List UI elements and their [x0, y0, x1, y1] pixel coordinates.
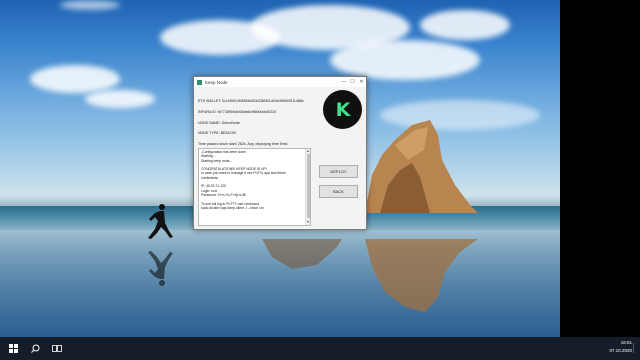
- window-title: Keep Node: [205, 79, 228, 85]
- log-lines: -Configuration has been done. Starting...…: [201, 150, 305, 210]
- rock-reflection: [365, 239, 478, 312]
- minimize-button[interactable]: —: [339, 77, 348, 87]
- infura-id-label: INFURA ID: fb7735ff0b3e484fa6c9f6b0ddc00…: [198, 110, 277, 114]
- close-button[interactable]: ✕: [357, 77, 366, 87]
- cloud: [30, 65, 120, 93]
- cloud: [420, 10, 510, 40]
- console-scrollbar[interactable]: ▲ ▼: [305, 149, 310, 225]
- task-view-icon: [52, 345, 62, 352]
- node-type-label: NODE TYPE: BEACON: [198, 131, 236, 135]
- maximize-button[interactable]: ☐: [348, 77, 357, 87]
- runner-reflection: [148, 251, 173, 286]
- cloud: [60, 0, 120, 10]
- search-button[interactable]: [26, 340, 44, 358]
- node-name-label: NODE NAME: DemoNode: [198, 121, 240, 125]
- back-button[interactable]: BACK: [319, 185, 358, 198]
- scroll-down-icon[interactable]: ▼: [306, 220, 310, 225]
- logo-letter: K: [335, 98, 351, 121]
- show-desktop-button[interactable]: [633, 343, 638, 353]
- rock-formation: [365, 120, 478, 213]
- cloud: [85, 90, 155, 108]
- rock-reflection: [262, 239, 342, 269]
- scroll-thumb[interactable]: [307, 154, 310, 218]
- log-console[interactable]: -Configuration has been done. Starting...…: [198, 148, 311, 226]
- keep-node-window: Keep Node — ☐ ✕ ETH WALLET: 0x1f45914f45…: [193, 76, 367, 230]
- start-button[interactable]: [4, 340, 22, 358]
- window-titlebar[interactable]: Keep Node — ☐ ✕: [194, 77, 366, 87]
- taskbar: 16:51 07.10.2020: [0, 337, 640, 360]
- desktop-wallpaper: Keep Node — ☐ ✕ ETH WALLET: 0x1f45914f45…: [0, 0, 560, 337]
- time-passed-label: Time passed since start: 262s. Avg. depl…: [198, 142, 289, 146]
- deploy-button[interactable]: DEPLOY: [319, 165, 358, 178]
- runner-silhouette: [148, 204, 173, 239]
- clock-date: 07.10.2020: [609, 348, 632, 353]
- windows-icon: [8, 344, 18, 353]
- app-icon: [197, 79, 202, 85]
- search-icon: [30, 344, 39, 353]
- eth-wallet-label: ETH WALLET: 0x1f45914f45558d32b3380f21d0…: [198, 99, 304, 103]
- keep-logo: K: [323, 90, 362, 129]
- cloud: [330, 40, 480, 80]
- log-line: sudo docker logs keep-client -f --since …: [201, 205, 264, 210]
- screen-margin: [560, 0, 640, 337]
- taskbar-clock[interactable]: 16:51 07.10.2020: [609, 339, 632, 355]
- clock-time: 16:51: [620, 340, 632, 345]
- task-view-button[interactable]: [48, 340, 66, 358]
